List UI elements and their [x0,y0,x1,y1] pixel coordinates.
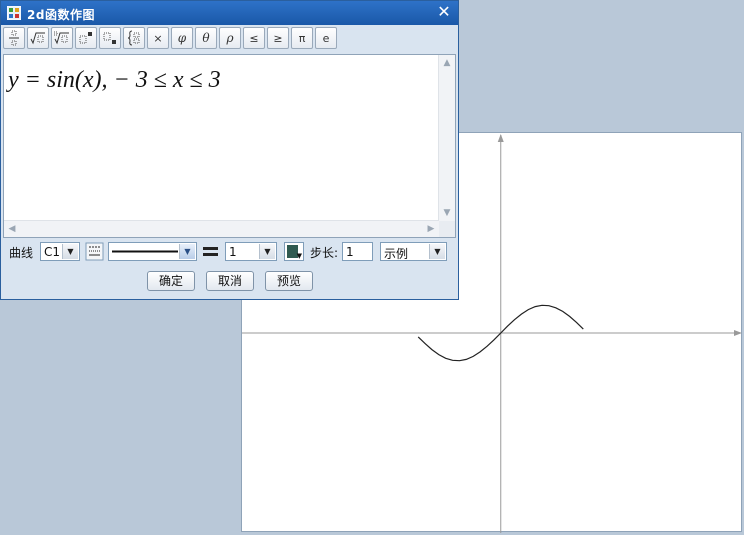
x-axis-arrow [734,330,742,336]
scroll-corner [439,221,455,237]
dialog-buttons: 确定 取消 预览 [1,271,458,293]
close-button[interactable]: ✕ [435,3,453,21]
curve-select-value: C1 [44,245,61,259]
legend-select[interactable]: 示例 ▼ [380,242,447,261]
preview-button[interactable]: 预览 [265,271,313,291]
scroll-down-icon[interactable]: ▼ [440,206,454,220]
leq-icon[interactable]: ≤ [243,27,265,49]
line-style-select[interactable]: ▼ [108,242,197,261]
scroll-up-icon[interactable]: ▲ [440,56,454,70]
geq-icon[interactable]: ≥ [267,27,289,49]
fraction-icon[interactable] [3,27,25,49]
line-width-select[interactable]: 1 ▼ [225,242,277,261]
subscript-icon[interactable] [99,27,121,49]
chevron-down-icon[interactable]: ▼ [62,244,78,259]
legend-select-value: 示例 [384,247,409,261]
y-axis-arrow [497,134,504,142]
chevron-down-icon[interactable]: ▼ [259,244,275,259]
brace-icon[interactable] [123,27,145,49]
step-input[interactable]: 1 [342,242,373,261]
line-width-value: 1 [229,245,237,259]
function-plot-dialog: 2d函数作图 ✕ × φ θ ρ ≤ ≥ π e y = sin(x), − 3… [0,0,459,300]
curve-label: 曲线 [9,246,34,260]
times-icon[interactable]: × [147,27,169,49]
step-input-value: 1 [346,245,354,259]
phi-icon[interactable]: φ [171,27,193,49]
chevron-down-icon: ▼ [296,252,302,260]
curve-select[interactable]: C1 ▼ [40,242,80,261]
color-picker[interactable]: ▼ [284,242,304,261]
theta-icon[interactable]: θ [195,27,217,49]
solid-line-preview-icon [112,250,178,253]
formula-editor[interactable]: y = sin(x), − 3 ≤ x ≤ 3 ▲ ▼ ◀ ▶ [3,54,456,238]
ok-button[interactable]: 确定 [147,271,195,291]
superscript-icon[interactable] [75,27,97,49]
chevron-down-icon[interactable]: ▼ [179,244,195,259]
formula-text[interactable]: y = sin(x), − 3 ≤ x ≤ 3 [8,67,221,94]
title-bar[interactable]: 2d函数作图 ✕ [1,1,458,25]
chevron-down-icon[interactable]: ▼ [429,244,445,259]
formula-expression: y = sin(x), − 3 ≤ x ≤ 3 [8,67,221,93]
step-label: 步长: [310,246,339,260]
scroll-left-icon[interactable]: ◀ [5,222,19,236]
nth-root-icon[interactable] [51,27,73,49]
line-style-icon[interactable] [85,242,104,261]
window-title: 2d函数作图 [27,8,95,22]
app-icon [7,6,21,20]
e-icon[interactable]: e [315,27,337,49]
horizontal-scrollbar[interactable]: ◀ ▶ [4,220,439,237]
vertical-scrollbar[interactable]: ▲ ▼ [438,55,455,221]
symbol-toolbar: × φ θ ρ ≤ ≥ π e [3,27,456,51]
scroll-right-icon[interactable]: ▶ [424,222,438,236]
rho-icon[interactable]: ρ [219,27,241,49]
line-width-icon[interactable] [201,242,220,261]
sqrt-icon[interactable] [27,27,49,49]
curve-options-row: 曲线 C1 ▼ ▼ 1 ▼ ▼ 步长: 1 示例 ▼ [3,241,456,263]
cancel-button[interactable]: 取消 [206,271,254,291]
pi-icon[interactable]: π [291,27,313,49]
